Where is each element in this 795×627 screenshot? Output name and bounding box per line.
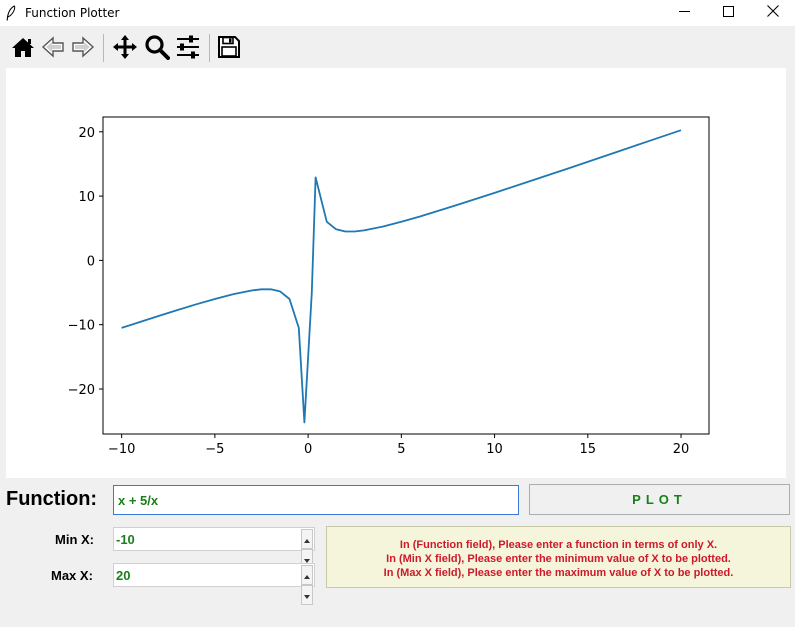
max-x-spinbox[interactable] bbox=[113, 563, 315, 605]
min-x-input[interactable] bbox=[116, 531, 300, 548]
toolbar-separator bbox=[209, 34, 210, 62]
x-tick-label: 10 bbox=[486, 442, 503, 457]
minimize-icon bbox=[678, 4, 690, 22]
function-input[interactable] bbox=[113, 485, 519, 515]
pan-button[interactable] bbox=[110, 34, 140, 64]
max-x-decrement[interactable] bbox=[301, 585, 313, 605]
min-x-label: Min X: bbox=[55, 532, 94, 547]
back-button[interactable] bbox=[38, 34, 68, 64]
toolbar-separator bbox=[103, 34, 104, 62]
close-icon bbox=[767, 4, 779, 22]
home-button[interactable] bbox=[8, 34, 38, 64]
forward-arrow-icon bbox=[71, 35, 95, 63]
spin-up-icon bbox=[304, 566, 310, 584]
help-message: In (Function field), Please enter a func… bbox=[326, 526, 791, 588]
x-tick-label: −10 bbox=[108, 442, 135, 457]
plot-canvas[interactable]: −10 −5 0 5 10 15 20 −20 −10 0 10 20 bbox=[6, 68, 786, 478]
forward-button[interactable] bbox=[68, 34, 98, 64]
window-title: Function Plotter bbox=[25, 6, 120, 20]
x-tick-label: 15 bbox=[580, 442, 597, 457]
max-x-input[interactable] bbox=[116, 567, 300, 584]
home-icon bbox=[11, 36, 35, 63]
spin-down-icon bbox=[304, 586, 310, 604]
y-tick-label: −20 bbox=[68, 383, 95, 398]
x-tick-label: 0 bbox=[304, 442, 312, 457]
axes-frame bbox=[102, 116, 710, 435]
maximize-icon bbox=[722, 4, 734, 22]
configure-subplots-button[interactable] bbox=[173, 34, 203, 64]
help-line-min-x: In (Min X field), Please enter the minim… bbox=[386, 553, 731, 565]
save-button[interactable] bbox=[214, 34, 244, 64]
max-x-label: Max X: bbox=[51, 568, 93, 583]
x-tick-label: 20 bbox=[673, 442, 690, 457]
configure-subplots-icon bbox=[175, 34, 201, 65]
zoom-button[interactable] bbox=[142, 34, 172, 64]
close-button[interactable] bbox=[750, 0, 795, 26]
zoom-icon bbox=[144, 34, 170, 65]
pan-icon bbox=[112, 34, 138, 65]
y-tick-label: −10 bbox=[68, 319, 95, 334]
min-x-increment[interactable] bbox=[301, 529, 313, 549]
plot-button[interactable]: PLOT bbox=[529, 484, 790, 515]
max-x-increment[interactable] bbox=[301, 565, 313, 585]
min-x-spinbox[interactable] bbox=[113, 527, 315, 569]
minimize-button[interactable] bbox=[661, 0, 707, 26]
help-line-function: In (Function field), Please enter a func… bbox=[399, 539, 718, 551]
back-arrow-icon bbox=[41, 35, 65, 63]
function-chart: −10 −5 0 5 10 15 20 −20 −10 0 10 20 bbox=[68, 116, 710, 457]
x-tick-label: −5 bbox=[205, 442, 224, 457]
navigation-toolbar bbox=[0, 26, 795, 68]
spin-up-icon bbox=[304, 530, 310, 548]
feather-icon bbox=[6, 5, 16, 21]
maximize-button[interactable] bbox=[705, 0, 751, 26]
function-label: Function: bbox=[6, 488, 98, 510]
help-line-max-x: In (Max X field), Please enter the maxim… bbox=[383, 567, 734, 579]
y-tick-label: 0 bbox=[87, 254, 95, 269]
save-icon bbox=[217, 35, 241, 64]
y-tick-label: 20 bbox=[78, 126, 95, 141]
series-line bbox=[121, 129, 682, 424]
y-tick-label: 10 bbox=[78, 190, 95, 205]
title-bar: Function Plotter bbox=[0, 0, 795, 26]
x-tick-label: 5 bbox=[397, 442, 405, 457]
